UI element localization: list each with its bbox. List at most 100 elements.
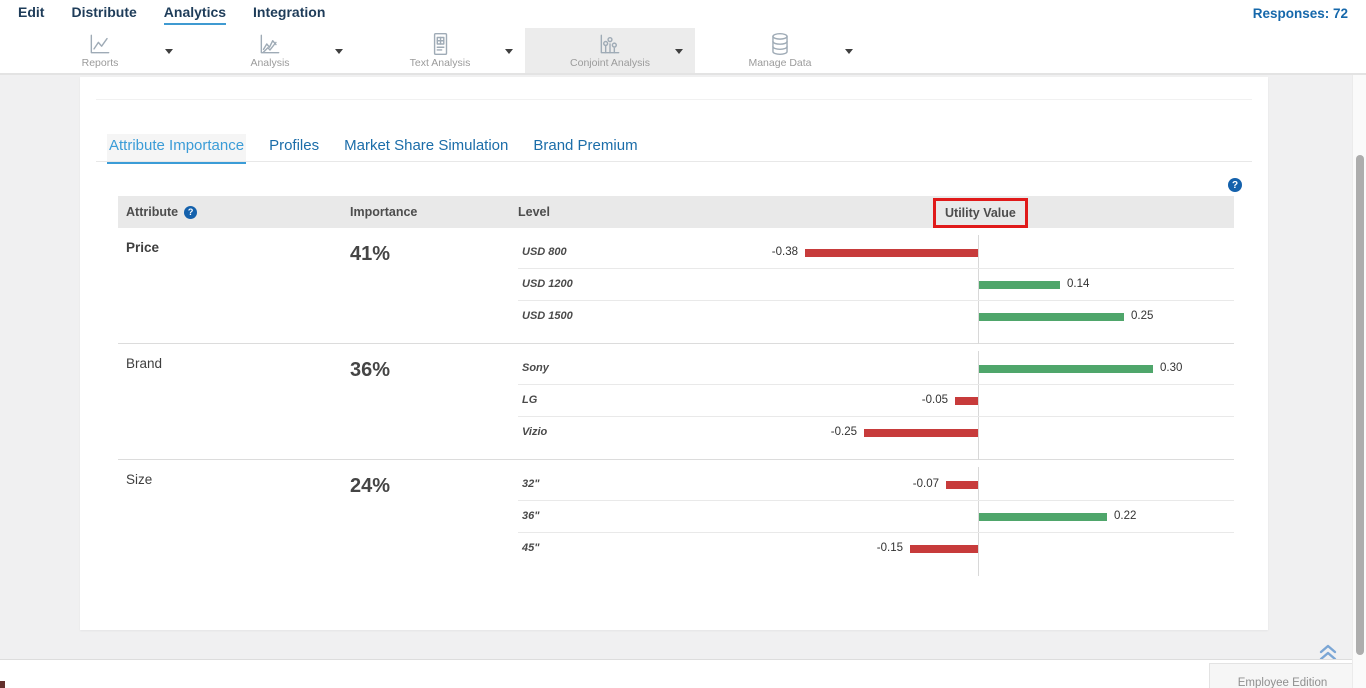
importance-value: 36% xyxy=(350,359,390,382)
conjoint-analysis-screen: Edit Distribute Analytics Integration Respo… xyxy=(0,0,1366,688)
tab-profiles[interactable]: Profiles xyxy=(267,134,321,164)
utility-bar xyxy=(805,249,978,257)
utility-bar xyxy=(955,397,978,405)
level-name: USD 800 xyxy=(522,246,567,258)
utility-value-label: 0.14 xyxy=(1067,278,1089,290)
level-row-sony: Sony 0.30 xyxy=(518,353,1234,385)
utility-bar xyxy=(946,481,978,489)
content-card: Attribute Importance Profiles Market Share… xyxy=(80,77,1268,630)
analytics-toolbar: ReportsAnalysisText AnalysisConjoint Ana… xyxy=(0,28,1366,75)
level-bars: 32" -0.07 36" 0.22 45" -0.15 xyxy=(518,460,1234,565)
attribute-group-size: Size 24% 32" -0.07 36" 0.22 45" -0.15 xyxy=(118,460,1234,576)
level-name: Vizio xyxy=(522,426,547,438)
divider xyxy=(96,161,1252,162)
menu-item-integration[interactable]: Integration xyxy=(253,4,325,25)
level-row-36: 36" 0.22 xyxy=(518,501,1234,533)
toolbar-button-label: Reports xyxy=(15,57,185,69)
importance-value: 41% xyxy=(350,243,390,266)
footer-strip xyxy=(0,659,1352,688)
help-icon[interactable]: ? xyxy=(1228,178,1242,192)
table-header-row: Attribute ? Importance Level Utility Val… xyxy=(118,196,1234,228)
tab-brand-premium[interactable]: Brand Premium xyxy=(531,134,639,164)
conjoint-tabs: Attribute Importance Profiles Market Share… xyxy=(107,134,640,164)
toolbar-button-label: Text Analysis xyxy=(355,57,525,69)
level-row-45: 45" -0.15 xyxy=(518,533,1234,565)
attribute-group-price: Price 41% USD 800 -0.38 USD 1200 0.14 USD 1500… xyxy=(118,228,1234,344)
utility-value-label: -0.15 xyxy=(877,542,903,554)
utility-value-column-header-highlighted: Utility Value xyxy=(933,198,1028,228)
toolbar-button-analysis[interactable]: Analysis xyxy=(185,28,355,73)
edition-badge: Employee Edition xyxy=(1209,663,1356,688)
attribute-column-header: Attribute ? xyxy=(126,205,197,219)
trend-chart-icon xyxy=(257,31,283,57)
scrollbar[interactable] xyxy=(1352,75,1366,688)
responses-count[interactable]: Responses: 72 xyxy=(1253,6,1348,21)
level-row-lg: LG -0.05 xyxy=(518,385,1234,417)
menu-item-distribute[interactable]: Distribute xyxy=(71,4,136,25)
level-name: Sony xyxy=(522,362,549,374)
level-column-header: Level xyxy=(518,205,550,219)
utility-value-label: -0.07 xyxy=(913,478,939,490)
attribute-header-label: Attribute xyxy=(126,205,178,219)
utility-value-label: 0.22 xyxy=(1114,510,1136,522)
attribute-importance-table: Attribute ? Importance Level Utility Val… xyxy=(118,196,1234,576)
line-chart-icon xyxy=(87,31,113,57)
attribute-name: Price xyxy=(126,240,159,255)
database-icon xyxy=(767,31,793,57)
importance-value: 24% xyxy=(350,475,390,498)
tab-market-share-simulation[interactable]: Market Share Simulation xyxy=(342,134,510,164)
chevron-down-icon[interactable] xyxy=(845,49,853,54)
menu-item-edit[interactable]: Edit xyxy=(18,4,44,25)
importance-column-header: Importance xyxy=(350,205,417,219)
level-row-usd-1200: USD 1200 0.14 xyxy=(518,269,1234,301)
level-name: USD 1500 xyxy=(522,310,573,322)
attribute-group-brand: Brand 36% Sony 0.30 LG -0.05 Vizio-0.25 xyxy=(118,344,1234,460)
level-name: 45" xyxy=(522,542,539,554)
utility-value-label: -0.38 xyxy=(772,246,798,258)
utility-bar xyxy=(864,429,978,437)
chevron-down-icon[interactable] xyxy=(335,49,343,54)
scrollbar-thumb[interactable] xyxy=(1356,155,1364,655)
utility-value-label: 0.30 xyxy=(1160,362,1182,374)
utility-bar xyxy=(910,545,978,553)
bubble-chart-icon xyxy=(597,31,623,57)
toolbar-button-conjoint-analysis[interactable]: Conjoint Analysis xyxy=(525,28,695,73)
tab-attribute-importance[interactable]: Attribute Importance xyxy=(107,134,246,164)
level-name: 32" xyxy=(522,478,539,490)
utility-value-label: -0.05 xyxy=(922,394,948,406)
toolbar-button-text-analysis[interactable]: Text Analysis xyxy=(355,28,525,73)
utility-bar xyxy=(979,365,1153,373)
level-row-vizio: Vizio-0.25 xyxy=(518,417,1234,449)
toolbar-button-label: Analysis xyxy=(185,57,355,69)
level-bars: USD 800 -0.38 USD 1200 0.14 USD 1500 0.25 xyxy=(518,228,1234,333)
table-body: Price 41% USD 800 -0.38 USD 1200 0.14 USD 1500… xyxy=(118,228,1234,576)
chevron-down-icon[interactable] xyxy=(505,49,513,54)
toolbar-button-label: Conjoint Analysis xyxy=(525,57,695,69)
utility-bar xyxy=(979,313,1124,321)
attribute-name: Size xyxy=(126,472,152,487)
attribute-name: Brand xyxy=(126,356,162,371)
utility-bar xyxy=(979,513,1107,521)
level-row-usd-1500: USD 1500 0.25 xyxy=(518,301,1234,333)
level-row-usd-800: USD 800 -0.38 xyxy=(518,237,1234,269)
level-name: 36" xyxy=(522,510,539,522)
toolbar-button-manage-data[interactable]: Manage Data xyxy=(695,28,865,73)
level-name: LG xyxy=(522,394,537,406)
help-icon[interactable]: ? xyxy=(184,206,197,219)
level-bars: Sony 0.30 LG -0.05 Vizio-0.25 xyxy=(518,344,1234,449)
utility-value-label: 0.25 xyxy=(1131,310,1153,322)
main-menu: Edit Distribute Analytics Integration xyxy=(18,0,325,28)
top-menu-bar: Edit Distribute Analytics Integration Respo… xyxy=(0,0,1366,28)
toolbar-button-reports[interactable]: Reports xyxy=(15,28,185,73)
utility-bar xyxy=(979,281,1060,289)
toolbar-button-label: Manage Data xyxy=(695,57,865,69)
level-row-32: 32" -0.07 xyxy=(518,469,1234,501)
document-grid-icon xyxy=(427,31,453,57)
menu-item-analytics[interactable]: Analytics xyxy=(164,4,226,25)
level-name: USD 1200 xyxy=(522,278,573,290)
divider xyxy=(96,99,1252,100)
chevron-down-icon[interactable] xyxy=(675,49,683,54)
chevron-down-icon[interactable] xyxy=(165,49,173,54)
edition-label: Employee Edition xyxy=(1238,677,1328,688)
logo-fragment xyxy=(0,681,5,688)
